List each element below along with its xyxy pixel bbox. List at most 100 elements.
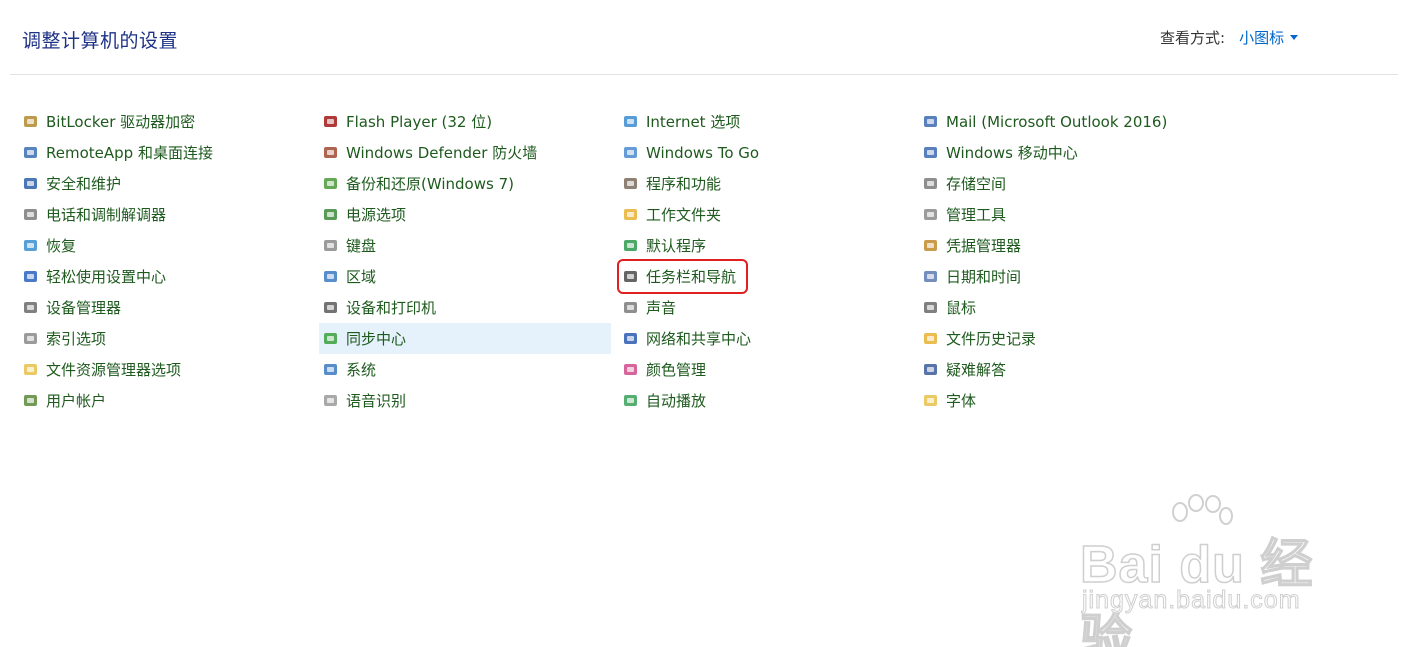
settings-link-label: 自动播放	[646, 392, 707, 410]
settings-link[interactable]: 电话和调制解调器	[19, 199, 311, 230]
settings-link-label: 设备管理器	[46, 299, 122, 317]
settings-link-label: Mail (Microsoft Outlook 2016)	[946, 112, 1168, 131]
folder-options-icon	[22, 361, 40, 379]
baidu-jingyan-watermark: Bai du 经验 jingyan.baidu.com	[1079, 492, 1340, 647]
settings-link[interactable]: 用户帐户	[19, 385, 311, 416]
ease-of-access-icon	[22, 268, 40, 286]
control-panel-page: 调整计算机的设置 查看方式: 小图标 BitLocker 驱动器加密 Remote…	[0, 0, 1406, 647]
phone-modem-icon	[22, 206, 40, 224]
watermark-url: jingyan.baidu.com	[1082, 586, 1301, 615]
settings-link[interactable]: Internet 选项	[619, 106, 911, 137]
settings-link[interactable]: 电源选项	[319, 199, 611, 230]
key-drive-icon	[22, 113, 40, 131]
settings-link[interactable]: 疑难解答	[919, 354, 1219, 385]
settings-link[interactable]: 工作文件夹	[619, 199, 911, 230]
file-history-icon	[922, 330, 940, 348]
settings-link[interactable]: Windows To Go	[619, 137, 911, 168]
header-divider	[10, 74, 1398, 75]
settings-link-label: 文件资源管理器选项	[46, 361, 182, 379]
settings-link-label: 声音	[646, 299, 677, 317]
settings-link[interactable]: BitLocker 驱动器加密	[19, 106, 311, 137]
settings-link[interactable]: 同步中心	[319, 323, 611, 354]
sync-icon	[322, 330, 340, 348]
settings-link[interactable]: 索引选项	[19, 323, 311, 354]
settings-link-label: 任务栏和导航	[646, 268, 737, 286]
work-folders-icon	[622, 206, 640, 224]
settings-link[interactable]: 颜色管理	[619, 354, 911, 385]
settings-link[interactable]: 程序和功能	[619, 168, 911, 199]
system-icon	[322, 361, 340, 379]
settings-link[interactable]: 默认程序	[619, 230, 911, 261]
fonts-icon	[922, 392, 940, 410]
settings-link[interactable]: 安全和维护	[19, 168, 311, 199]
settings-link[interactable]: RemoteApp 和桌面连接	[19, 137, 311, 168]
settings-link[interactable]: 文件资源管理器选项	[19, 354, 311, 385]
settings-column: Flash Player (32 位) Windows Defender 防火墙备…	[319, 106, 611, 416]
settings-link[interactable]: 声音	[619, 292, 911, 323]
watermark-brand: Bai du 经验	[1079, 535, 1314, 647]
settings-link-label: 存储空间	[946, 175, 1007, 193]
settings-link[interactable]: 日期和时间	[919, 261, 1219, 292]
settings-link-label: 电话和调制解调器	[46, 206, 167, 224]
device-manager-icon	[22, 299, 40, 317]
settings-column: Mail (Microsoft Outlook 2016) Windows 移动中…	[919, 106, 1219, 416]
settings-link[interactable]: 管理工具	[919, 199, 1219, 230]
settings-link[interactable]: 语音识别	[319, 385, 611, 416]
settings-link-label: 文件历史记录	[946, 330, 1037, 348]
user-accounts-icon	[22, 392, 40, 410]
backup-icon	[322, 175, 340, 193]
settings-link[interactable]: Mail (Microsoft Outlook 2016)	[919, 106, 1219, 137]
settings-link[interactable]: 鼠标	[919, 292, 1219, 323]
settings-link-label: 恢复	[46, 237, 77, 255]
settings-link[interactable]: 文件历史记录	[919, 323, 1219, 354]
flash-icon	[322, 113, 340, 131]
settings-link[interactable]: Flash Player (32 位)	[319, 106, 611, 137]
settings-link[interactable]: 设备管理器	[19, 292, 311, 323]
settings-link-label: 备份和还原(Windows 7)	[346, 175, 514, 193]
settings-link-label: Windows 移动中心	[946, 144, 1078, 162]
settings-link-label: 轻松使用设置中心	[46, 268, 167, 286]
settings-link[interactable]: 字体	[919, 385, 1219, 416]
settings-link-label: 工作文件夹	[646, 206, 722, 224]
troubleshoot-icon	[922, 361, 940, 379]
printer-icon	[322, 299, 340, 317]
settings-link-label: 区域	[346, 268, 377, 286]
settings-link[interactable]: 网络和共享中心	[619, 323, 911, 354]
settings-link-label: 网络和共享中心	[646, 330, 752, 348]
settings-link-label: 系统	[346, 361, 377, 379]
default-programs-icon	[622, 237, 640, 255]
settings-link[interactable]: 备份和还原(Windows 7)	[319, 168, 611, 199]
settings-link-label: 疑难解答	[946, 361, 1007, 379]
mail-icon	[922, 113, 940, 131]
admin-tools-icon	[922, 206, 940, 224]
settings-link-label: 索引选项	[46, 330, 107, 348]
settings-link[interactable]: Windows 移动中心	[919, 137, 1219, 168]
network-icon	[622, 330, 640, 348]
settings-link-label: 日期和时间	[946, 268, 1022, 286]
settings-link-label: 安全和维护	[46, 175, 122, 193]
settings-link[interactable]: Windows Defender 防火墙	[319, 137, 611, 168]
settings-link[interactable]: 凭据管理器	[919, 230, 1219, 261]
settings-link[interactable]: 轻松使用设置中心	[19, 261, 311, 292]
settings-link-label: Windows To Go	[646, 143, 760, 162]
settings-link[interactable]: 自动播放	[619, 385, 911, 416]
settings-link-label: 管理工具	[946, 206, 1007, 224]
internet-options-icon	[622, 113, 640, 131]
mobility-center-icon	[922, 144, 940, 162]
page-title: 调整计算机的设置	[22, 30, 179, 52]
settings-link-label: 颜色管理	[646, 361, 707, 379]
settings-link[interactable]: 存储空间	[919, 168, 1219, 199]
settings-link[interactable]: 键盘	[319, 230, 611, 261]
settings-column: BitLocker 驱动器加密 RemoteApp 和桌面连接安全和维护电话和调制…	[19, 106, 311, 416]
settings-link-label: Windows Defender 防火墙	[346, 144, 538, 162]
settings-link-label: BitLocker 驱动器加密	[46, 113, 196, 131]
settings-link[interactable]: 区域	[319, 261, 611, 292]
paw-logo-icon	[1172, 494, 1233, 525]
settings-link[interactable]: 系统	[319, 354, 611, 385]
indexing-icon	[22, 330, 40, 348]
settings-link[interactable]: 恢复	[19, 230, 311, 261]
flag-icon	[22, 175, 40, 193]
view-by-dropdown[interactable]: 小图标	[1239, 27, 1299, 48]
settings-link[interactable]: 任务栏和导航	[619, 261, 911, 292]
settings-link[interactable]: 设备和打印机	[319, 292, 611, 323]
